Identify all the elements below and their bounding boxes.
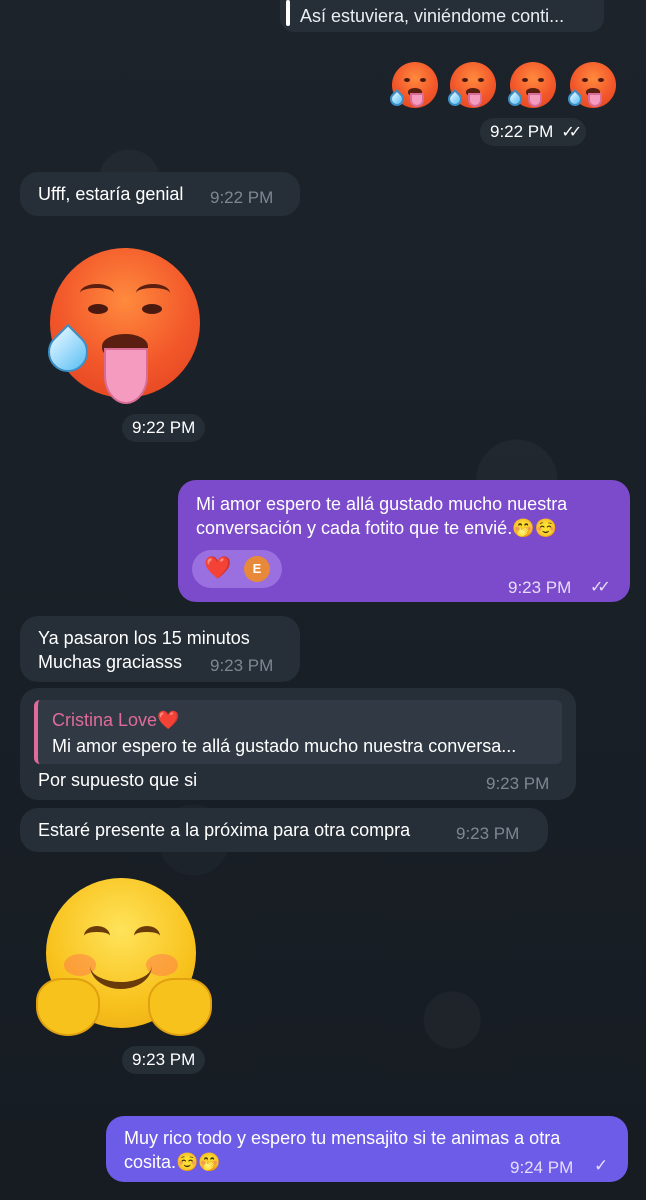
incoming-message[interactable]: Ya pasaron los 15 minutos Muchas gracias… [20, 616, 300, 682]
right-hand-icon [148, 978, 212, 1036]
hot-face-icon [50, 248, 200, 404]
timestamp: 9:22 PM [132, 418, 196, 437]
hot-face-icon [445, 62, 496, 109]
reply-accent-bar [286, 0, 290, 26]
sticker-hot-face[interactable] [39, 248, 210, 418]
reply-text: Mi amor espero te allá gustado mucho nue… [52, 736, 517, 756]
quoted-text: Así estuviera, viniéndome conti... [300, 6, 565, 26]
timestamp: 9:23 PM [508, 578, 572, 597]
reaction-pill[interactable]: ❤️ E [192, 550, 282, 588]
timestamp: 9:23 PM [486, 774, 550, 793]
reply-preview[interactable]: Cristina Love❤️ Mi amor espero te allá g… [34, 700, 562, 764]
incoming-message[interactable]: Ufff, estaría genial 9:22 PM [20, 172, 300, 216]
message-text-line-1: Muy rico todo y espero tu mensajito si t… [124, 1128, 561, 1148]
reply-author: Cristina Love❤️ [52, 710, 180, 730]
sticker-time-pill: 9:22 PM [122, 414, 206, 442]
sticker-time-pill: 9:23 PM [122, 1046, 206, 1074]
timestamp: 9:23 PM [210, 656, 274, 675]
message-text: Ufff, estaría genial [38, 184, 184, 204]
message-text-line-1: Ya pasaron los 15 minutos [38, 628, 250, 648]
message-text-line-2: cosita.☺️🤭 [124, 1152, 221, 1172]
heart-icon: ❤️ [204, 555, 232, 580]
single-check-icon: ✓ [594, 1156, 609, 1175]
message-text: Por supuesto que si [38, 770, 198, 790]
message-text-line-2: conversación y cada fotito que te envié.… [196, 518, 558, 538]
outgoing-message[interactable]: Mi amor espero te allá gustado mucho nue… [178, 480, 630, 602]
avatar: E [244, 556, 270, 582]
timestamp: 9:22 PM [210, 188, 274, 207]
hot-face-icon [505, 62, 556, 109]
message-text: Estaré presente a la próxima para otra c… [38, 820, 411, 840]
double-check-icon: ✓✓ [561, 124, 582, 141]
left-hand-icon [36, 978, 100, 1036]
emoji-row[interactable] [387, 58, 628, 118]
message-text-line-2: Muchas graciasss [38, 652, 183, 672]
timestamp: 9:23 PM [456, 824, 520, 843]
partial-outgoing-bubble[interactable]: Así estuviera, viniéndome conti... [280, 0, 604, 32]
timestamp: 9:22 PM [490, 122, 554, 141]
timestamp: 9:23 PM [132, 1050, 196, 1069]
outgoing-message[interactable]: Muy rico todo y espero tu mensajito si t… [106, 1116, 628, 1182]
double-check-icon: ✓✓ [590, 579, 611, 596]
message-text-line-1: Mi amor espero te allá gustado mucho nue… [196, 494, 568, 514]
emoji-row-time-pill: 9:22 PM ✓✓ [480, 118, 587, 146]
incoming-reply-message[interactable]: Cristina Love❤️ Mi amor espero te allá g… [20, 688, 576, 800]
incoming-message[interactable]: Estaré presente a la próxima para otra c… [20, 808, 548, 852]
sticker-hugging-face[interactable] [36, 878, 216, 1048]
hot-face-icon [387, 62, 438, 109]
timestamp: 9:24 PM [510, 1158, 574, 1177]
hot-face-icon [565, 62, 616, 109]
